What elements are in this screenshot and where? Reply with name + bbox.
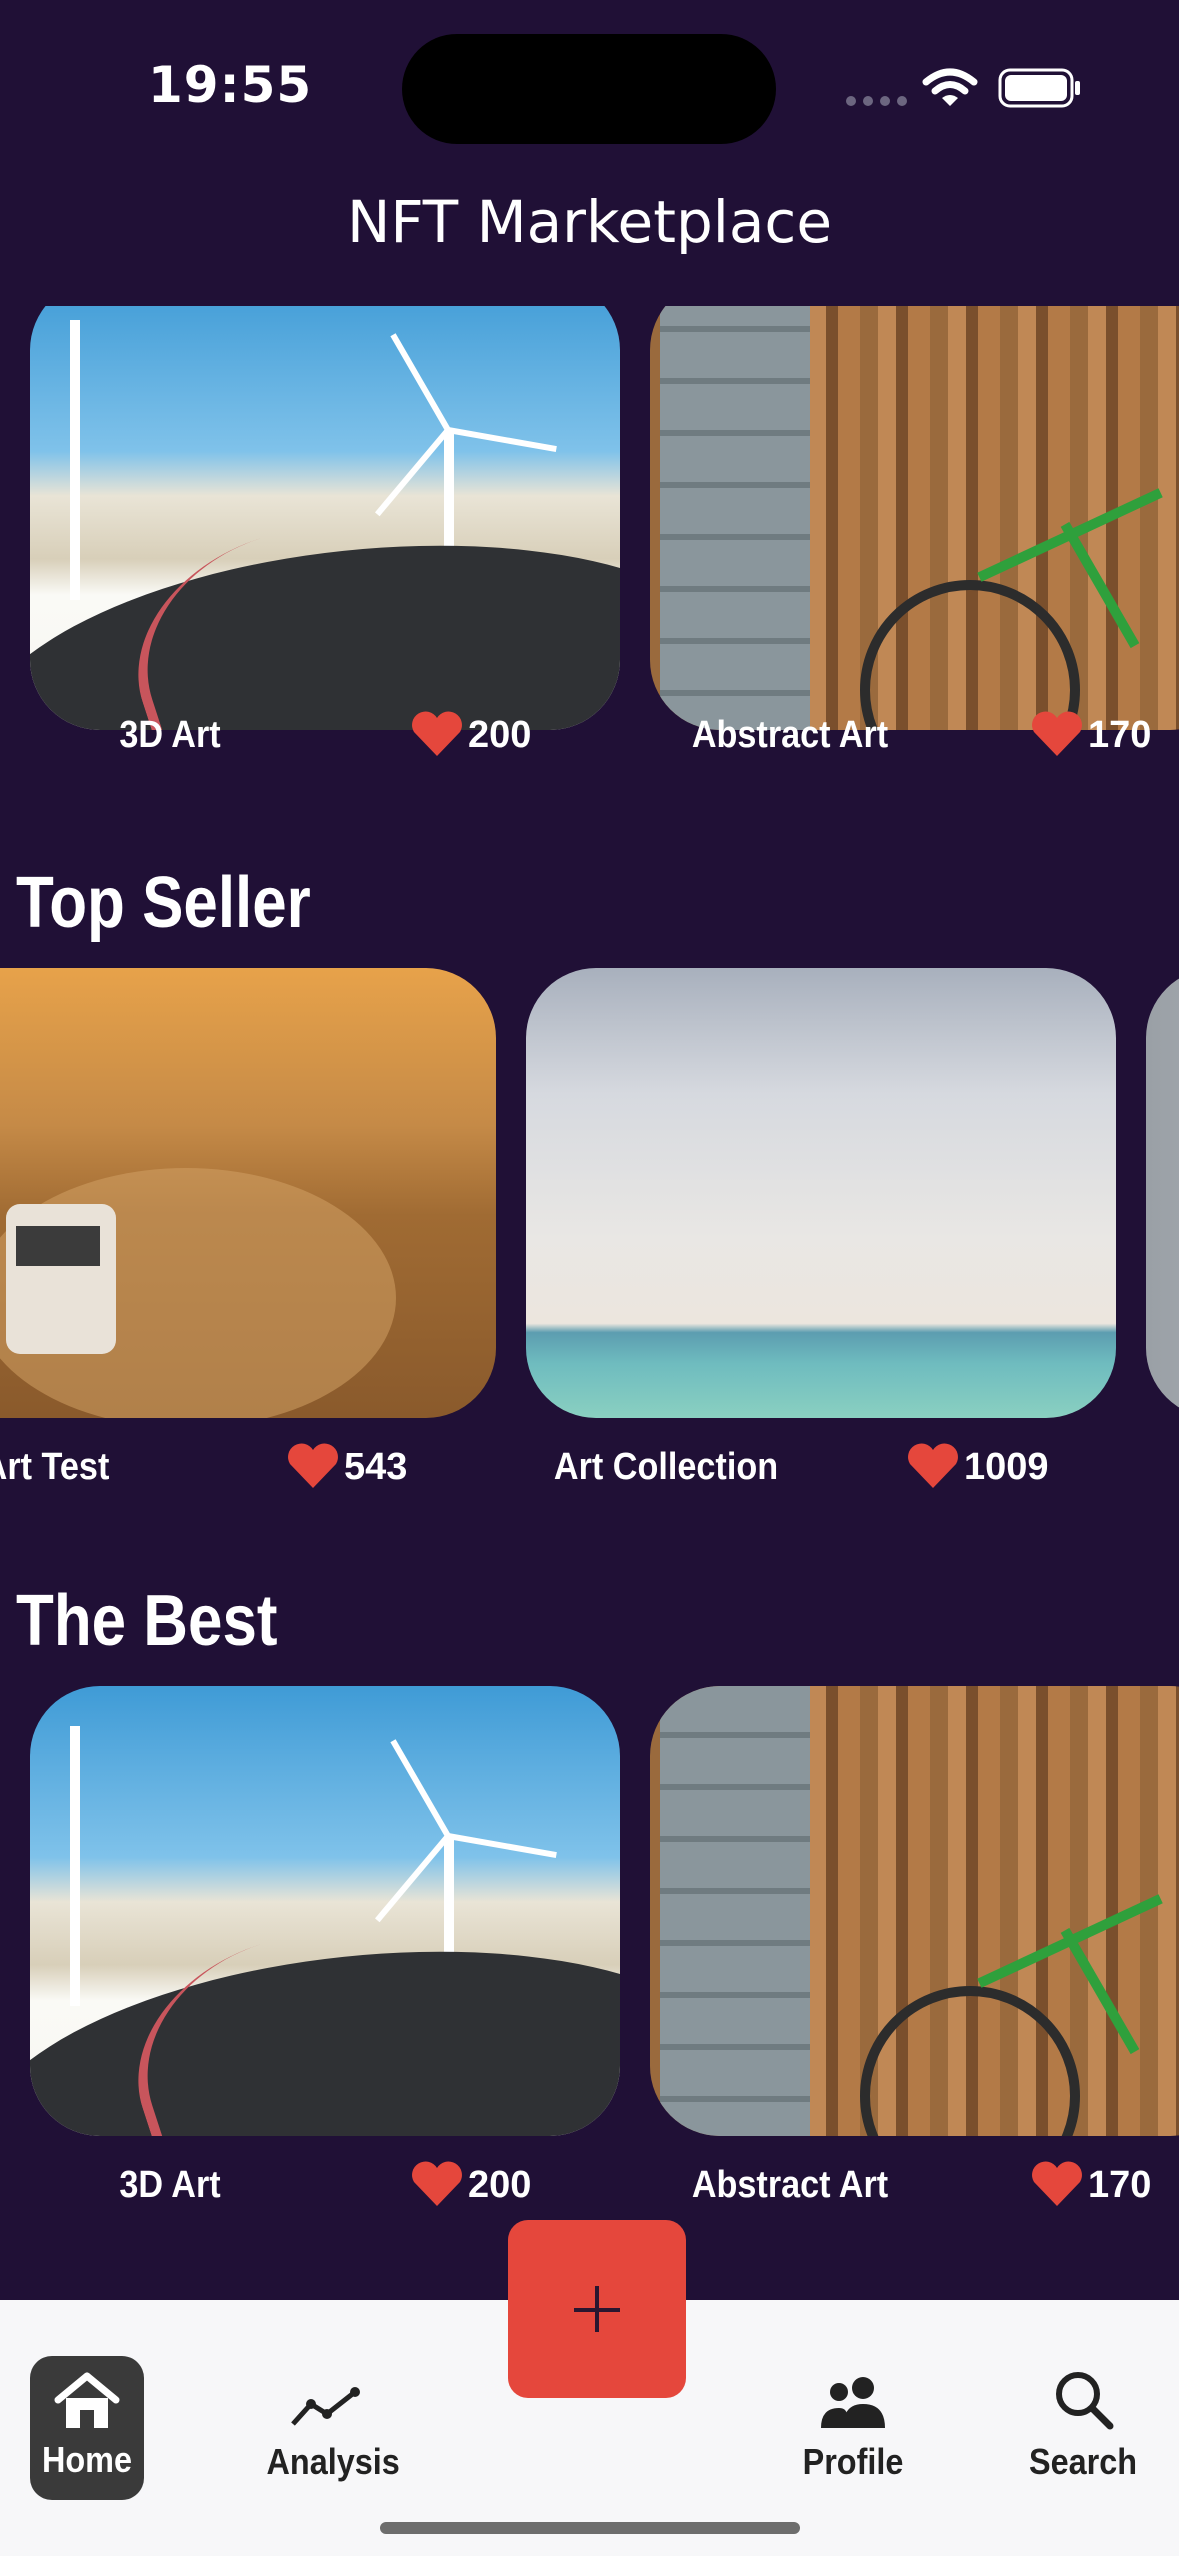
nft-image xyxy=(1146,968,1179,1418)
people-icon xyxy=(821,2377,885,2428)
tab-search[interactable]: Search xyxy=(1018,2356,1148,2483)
line-chart-icon xyxy=(291,2387,360,2426)
section-title: Top Seller xyxy=(16,863,311,943)
nft-name: Abstract Art xyxy=(691,714,889,756)
nft-card[interactable]: 3D Art 200 xyxy=(30,1686,620,2206)
nft-name: Art Test xyxy=(0,1446,110,1488)
tab-home[interactable]: Home xyxy=(30,2356,144,2500)
nft-name: Art Collection xyxy=(553,1446,779,1488)
nft-image xyxy=(30,1686,620,2136)
nft-card[interactable]: Abstract Art 170 xyxy=(650,1686,1179,2206)
status-time: 19:55 xyxy=(148,56,313,114)
nft-image xyxy=(526,968,1116,1418)
section-title: The Best xyxy=(16,1581,278,1661)
tab-label: Analysis xyxy=(266,2441,400,2482)
nft-card-meta: 3D Art 200 xyxy=(30,236,620,756)
heart-icon[interactable] xyxy=(410,710,464,758)
like-count: 170 xyxy=(1088,714,1152,756)
nft-name: Abstract Art xyxy=(691,2164,889,2206)
heart-icon[interactable] xyxy=(1030,710,1084,758)
top-seller-carousel[interactable]: Art Test 543 Art Collection 1009 xyxy=(0,968,1179,1508)
magnifier-icon xyxy=(1056,2372,1114,2430)
like-count: 1009 xyxy=(964,1446,1049,1488)
house-icon xyxy=(54,2372,120,2428)
heart-icon[interactable] xyxy=(286,1442,340,1490)
tab-profile[interactable]: Profile xyxy=(788,2356,918,2483)
like-count: 170 xyxy=(1088,2164,1152,2206)
nft-card[interactable] xyxy=(30,306,620,730)
nft-image xyxy=(30,306,620,730)
add-nft-button[interactable] xyxy=(508,2220,686,2398)
nft-image xyxy=(650,306,1179,730)
nft-name: 3D Art xyxy=(119,714,221,756)
the-best-carousel[interactable]: 3D Art 200 Abstract Art 170 xyxy=(0,1686,1179,2226)
battery-icon xyxy=(998,68,1080,108)
nft-card[interactable] xyxy=(650,306,1179,730)
heart-icon[interactable] xyxy=(410,2160,464,2208)
tab-label: Search xyxy=(1028,2441,1138,2482)
like-count: 543 xyxy=(344,1446,408,1488)
wifi-icon xyxy=(922,68,978,106)
heart-icon[interactable] xyxy=(906,1442,960,1490)
nft-card-meta: Abstract Art 170 xyxy=(650,236,1179,756)
heart-icon[interactable] xyxy=(1030,2160,1084,2208)
cellular-signal-icon xyxy=(846,96,907,106)
nft-card[interactable]: Art Test 543 xyxy=(0,968,496,1488)
nft-card[interactable]: Art Collection 1009 xyxy=(526,968,1116,1488)
tab-label: Home xyxy=(41,2439,133,2480)
like-count: 200 xyxy=(468,714,532,756)
nft-image xyxy=(650,1686,1179,2136)
nft-card[interactable] xyxy=(1146,968,1179,1418)
tab-analysis[interactable]: Analysis xyxy=(260,2356,400,2483)
like-count: 200 xyxy=(468,2164,532,2206)
nft-image xyxy=(0,968,496,1418)
nft-name: 3D Art xyxy=(119,2164,221,2206)
tab-label: Profile xyxy=(802,2441,904,2482)
dynamic-island xyxy=(402,34,776,144)
home-indicator xyxy=(380,2522,800,2534)
